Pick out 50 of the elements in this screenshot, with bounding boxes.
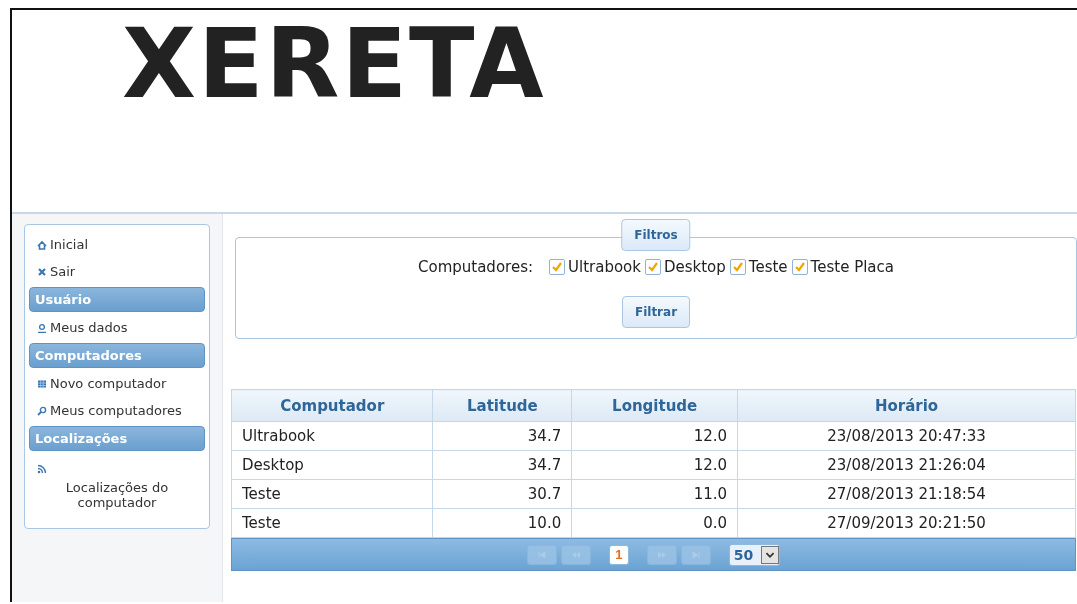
home-icon bbox=[37, 239, 47, 250]
table-cell: 30.7 bbox=[432, 479, 572, 509]
grid-icon bbox=[37, 378, 47, 389]
checkbox[interactable] bbox=[791, 259, 808, 275]
table-cell: 34.7 bbox=[432, 450, 572, 480]
table-cell: 12.0 bbox=[571, 421, 738, 451]
sidebar-link[interactable]: Inicial bbox=[29, 231, 205, 258]
column-header[interactable]: Latitude bbox=[432, 389, 572, 422]
logo: XERETA bbox=[122, 16, 546, 112]
column-header[interactable]: Longitude bbox=[571, 389, 738, 422]
next-arrow-icon bbox=[656, 549, 667, 560]
table-cell: 0.0 bbox=[571, 508, 738, 538]
checkbox[interactable] bbox=[549, 259, 565, 275]
checkbox-label: Teste bbox=[748, 258, 788, 276]
table-cell: Teste bbox=[231, 508, 433, 538]
column-header[interactable]: Computador bbox=[231, 389, 433, 422]
checkbox-label: Desktop bbox=[663, 258, 726, 276]
table-cell: 27/08/2013 21:18:54 bbox=[737, 479, 1076, 509]
search-icon bbox=[37, 405, 47, 416]
column-header[interactable]: Horário bbox=[737, 389, 1076, 422]
table-cell: 11.0 bbox=[571, 479, 738, 509]
close-icon bbox=[37, 266, 47, 277]
last-arrow-icon bbox=[690, 549, 701, 560]
filter-button[interactable]: Filtrar bbox=[621, 296, 691, 328]
table-cell: 12.0 bbox=[571, 450, 738, 480]
table-cell: Ultrabook bbox=[231, 421, 433, 451]
table-cell: Desktop bbox=[231, 450, 433, 480]
page-button[interactable]: 1 bbox=[608, 544, 629, 565]
sidebar-link[interactable]: Sair bbox=[29, 258, 205, 285]
person-icon bbox=[37, 322, 47, 333]
sidebar-link[interactable]: Novo computador bbox=[29, 370, 205, 397]
checkbox[interactable] bbox=[644, 259, 661, 275]
table-cell: 34.7 bbox=[432, 421, 572, 451]
table-cell: 10.0 bbox=[432, 508, 572, 538]
sidebar-link[interactable]: Localizações do computador bbox=[37, 480, 197, 510]
page-size-select[interactable]: 50 bbox=[728, 543, 781, 566]
table-cell: 23/08/2013 21:26:04 bbox=[737, 450, 1076, 480]
first-arrow-icon bbox=[536, 549, 547, 560]
table-cell: Teste bbox=[231, 479, 433, 509]
table-cell: 27/09/2013 20:21:50 bbox=[737, 508, 1076, 538]
checkbox-label: Teste Placa bbox=[810, 258, 894, 276]
prev-arrow-icon bbox=[570, 549, 581, 560]
checkbox-label: Ultrabook bbox=[568, 258, 641, 276]
filter-label: Computadores: bbox=[418, 258, 533, 276]
table-cell: 23/08/2013 20:47:33 bbox=[737, 421, 1076, 451]
checkbox[interactable] bbox=[729, 259, 746, 275]
sidebar-link[interactable]: Meus computadores bbox=[29, 397, 205, 424]
sidebar-link[interactable]: Meus dados bbox=[29, 314, 205, 341]
rss-icon bbox=[37, 464, 47, 474]
filter-legend[interactable]: Filtros bbox=[621, 219, 691, 251]
